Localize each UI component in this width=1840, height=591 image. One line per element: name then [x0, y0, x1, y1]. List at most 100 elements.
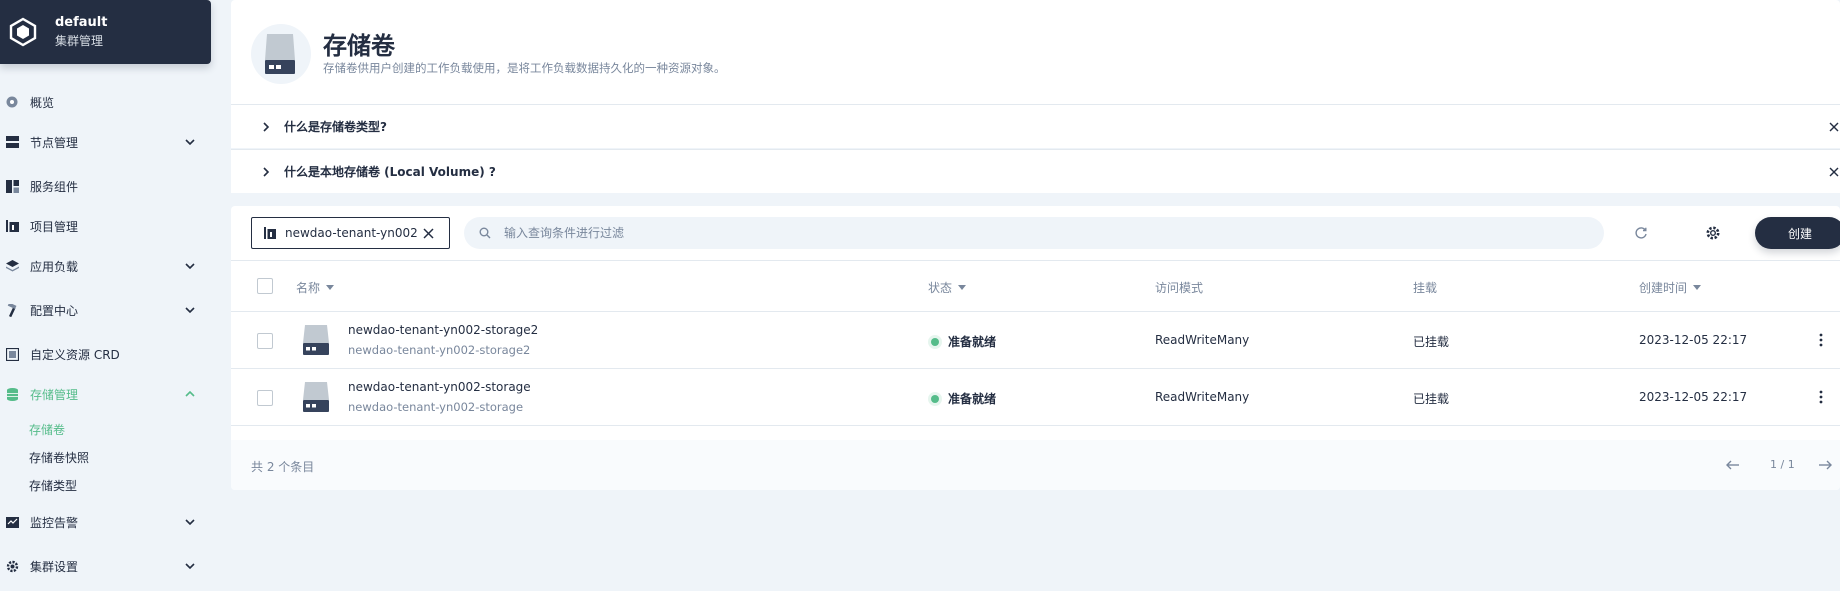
- gear-icon[interactable]: [1705, 225, 1721, 241]
- sidebar-item-monitoring[interactable]: 监控告警: [0, 507, 211, 537]
- chevron-right-icon: [263, 166, 270, 177]
- sidebar-item-settings[interactable]: 集群设置: [0, 551, 211, 581]
- sidebar-item-label: 自定义资源 CRD: [30, 347, 120, 362]
- namespace-filter-text: newdao-tenant-yn002: [285, 226, 418, 240]
- column-header-created[interactable]: 创建时间: [1639, 279, 1702, 296]
- page-description: 存储卷供用户创建的工作负载使用，是将工作负载数据持久化的一种资源对象。: [323, 61, 726, 75]
- project-icon: [5, 219, 19, 233]
- select-all-checkbox[interactable]: [257, 278, 273, 294]
- namespace-filter-chip[interactable]: newdao-tenant-yn002: [251, 217, 450, 249]
- chevron-down-icon: [185, 263, 195, 270]
- chevron-down-icon: [185, 139, 195, 146]
- sidebar: default 集群管理 概览 节点管理 服务组件 项目管理 应用负载 配置中心…: [0, 0, 211, 591]
- storage-volume-icon: [303, 325, 329, 355]
- cluster-card[interactable]: default 集群管理: [0, 0, 211, 64]
- sidebar-item-label: 集群设置: [30, 559, 79, 574]
- faq-local-volume[interactable]: 什么是本地存储卷 (Local Volume) ?: [231, 149, 1840, 193]
- mount-status: 已挂载: [1413, 392, 1450, 406]
- sidebar-item-nodes[interactable]: 节点管理: [0, 127, 211, 157]
- sort-caret-icon: [326, 284, 335, 290]
- mount-status: 已挂载: [1413, 335, 1450, 349]
- access-mode: ReadWriteMany: [1155, 390, 1250, 404]
- table-row[interactable]: newdao-tenant-yn002-storage newdao-tenan…: [231, 369, 1840, 426]
- faq-text: 什么是本地存储卷 (Local Volume) ?: [284, 165, 496, 179]
- volume-name-link[interactable]: newdao-tenant-yn002-storage: [348, 380, 531, 394]
- database-icon: [5, 387, 19, 401]
- row-checkbox[interactable]: [257, 333, 273, 349]
- sidebar-item-overview[interactable]: 概览: [0, 87, 211, 117]
- sidebar-item-label: 应用负载: [30, 259, 79, 274]
- page-title: 存储卷: [323, 32, 395, 60]
- column-header-name[interactable]: 名称: [296, 279, 335, 296]
- refresh-icon[interactable]: [1633, 225, 1649, 241]
- column-header-mount: 挂载: [1413, 281, 1438, 295]
- volume-list-panel: newdao-tenant-yn002 创建 名称 状态 访问模式: [231, 206, 1840, 490]
- sidebar-item-workloads[interactable]: 应用负载: [0, 251, 211, 281]
- status-dot-icon: [931, 394, 939, 403]
- column-header-access: 访问模式: [1155, 281, 1204, 295]
- cluster-subtitle: 集群管理: [55, 34, 104, 48]
- toolbar: newdao-tenant-yn002 创建: [231, 206, 1840, 260]
- more-vertical-icon[interactable]: [1813, 332, 1829, 348]
- dashboard-icon: [5, 95, 19, 109]
- hammer-icon: [5, 303, 19, 317]
- sidebar-item-projects[interactable]: 项目管理: [0, 211, 211, 241]
- search-input[interactable]: [504, 226, 1504, 240]
- page-header: 存储卷 存储卷供用户创建的工作负载使用，是将工作负载数据持久化的一种资源对象。: [231, 0, 1840, 104]
- arrow-left-icon[interactable]: [1725, 458, 1741, 472]
- status-badge: 准备就绪: [931, 390, 996, 407]
- sidebar-item-label: 配置中心: [30, 303, 79, 318]
- sort-caret-icon: [1693, 284, 1702, 290]
- access-mode: ReadWriteMany: [1155, 333, 1250, 347]
- cluster-name: default: [55, 15, 108, 30]
- column-header-status[interactable]: 状态: [928, 279, 967, 296]
- sidebar-item-label: 监控告警: [30, 515, 79, 530]
- faq-text: 什么是存储卷类型?: [284, 120, 387, 134]
- page-header-icon-wrap: [251, 24, 311, 84]
- cluster-cube-icon: [9, 17, 37, 47]
- sidebar-item-components[interactable]: 服务组件: [0, 171, 211, 201]
- table-footer: 共 2 个条目 1 / 1: [231, 440, 1840, 490]
- close-icon[interactable]: [422, 227, 435, 240]
- page-indicator: 1 / 1: [1770, 458, 1795, 471]
- sidebar-item-crd[interactable]: 自定义资源 CRD: [0, 339, 211, 369]
- table-row[interactable]: newdao-tenant-yn002-storage2 newdao-tena…: [231, 312, 1840, 369]
- layers-icon: [5, 259, 19, 273]
- sidebar-item-label: 节点管理: [30, 135, 79, 150]
- create-button[interactable]: 创建: [1755, 217, 1840, 249]
- chevron-up-icon: [185, 390, 195, 397]
- row-checkbox[interactable]: [257, 390, 273, 406]
- sidebar-item-config[interactable]: 配置中心: [0, 295, 211, 325]
- sidebar-item-storage[interactable]: 存储管理: [0, 379, 211, 409]
- chevron-right-icon: [263, 121, 270, 132]
- main-content: 存储卷 存储卷供用户创建的工作负载使用，是将工作负载数据持久化的一种资源对象。 …: [231, 0, 1840, 591]
- volume-subname: newdao-tenant-yn002-storage: [348, 400, 524, 414]
- sidebar-item-label: 概览: [30, 95, 55, 110]
- chevron-down-icon: [185, 519, 195, 526]
- monitor-icon: [5, 515, 19, 529]
- sidebar-item-label: 存储管理: [30, 387, 79, 402]
- nodes-icon: [5, 135, 19, 149]
- arrow-right-icon[interactable]: [1817, 458, 1833, 472]
- search-icon: [479, 227, 491, 239]
- sort-caret-icon: [958, 284, 967, 290]
- chevron-down-icon: [185, 563, 195, 570]
- faq-storage-class[interactable]: 什么是存储卷类型?: [231, 104, 1840, 148]
- sidebar-sub-volumes[interactable]: 存储卷: [29, 418, 65, 440]
- more-vertical-icon[interactable]: [1813, 389, 1829, 405]
- created-time: 2023-12-05 22:17: [1639, 390, 1748, 404]
- crd-icon: [5, 347, 19, 361]
- volume-subname: newdao-tenant-yn002-storage2: [348, 343, 531, 357]
- components-icon: [5, 179, 19, 193]
- sidebar-item-label: 服务组件: [30, 179, 79, 194]
- close-icon[interactable]: [1828, 165, 1840, 179]
- volume-name-link[interactable]: newdao-tenant-yn002-storage2: [348, 323, 538, 337]
- search-bar[interactable]: [464, 217, 1604, 249]
- close-icon[interactable]: [1828, 120, 1840, 134]
- storage-volume-icon: [265, 34, 295, 74]
- table-header: 名称 状态 访问模式 挂载 创建时间: [231, 260, 1840, 312]
- status-badge: 准备就绪: [931, 333, 996, 350]
- created-time: 2023-12-05 22:17: [1639, 333, 1748, 347]
- sidebar-sub-storage-classes[interactable]: 存储类型: [29, 474, 77, 496]
- sidebar-sub-snapshots[interactable]: 存储卷快照: [29, 446, 89, 468]
